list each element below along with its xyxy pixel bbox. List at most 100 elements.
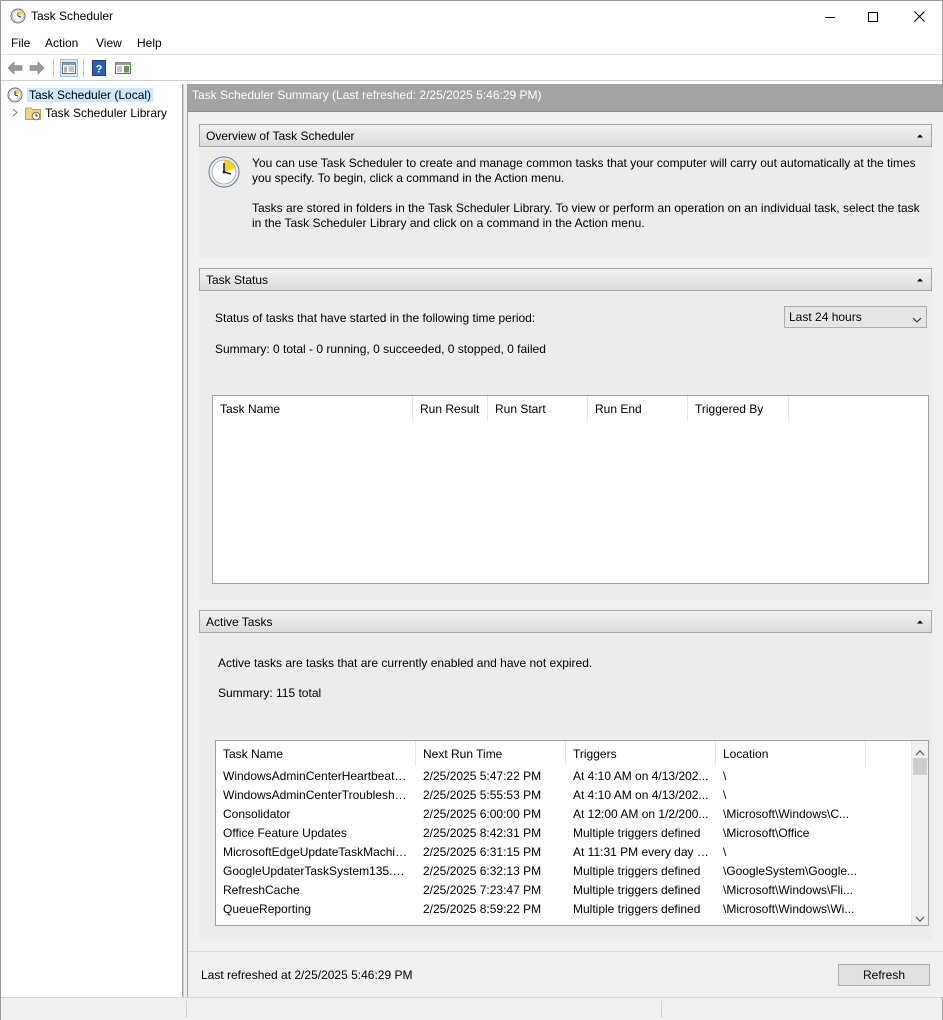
cell-triggers: Multiple triggers defined bbox=[573, 902, 701, 916]
column-header-task-name[interactable]: Task Name bbox=[216, 741, 416, 766]
tree-item-task-scheduler-library[interactable]: Task Scheduler Library bbox=[11, 104, 167, 121]
overview-section-body: You can use Task Scheduler to create and… bbox=[199, 147, 932, 258]
show-hide-action-pane-button[interactable] bbox=[114, 59, 132, 77]
table-row[interactable]: Consolidator 2/25/2025 6:00:00 PM At 12:00… bbox=[216, 805, 913, 824]
cell-location: \Microsoft\Windows\Wi... bbox=[723, 902, 855, 916]
status-divider bbox=[661, 1001, 662, 1018]
collapse-caret-icon[interactable] bbox=[915, 274, 925, 284]
cell-task-name: Consolidator bbox=[223, 807, 291, 821]
table-row[interactable]: QueueReporting 2/25/2025 8:59:22 PM Multip… bbox=[216, 900, 913, 919]
cell-next-run-time: 2/25/2025 5:47:22 PM bbox=[423, 769, 542, 783]
cell-next-run-time: 2/25/2025 6:32:13 PM bbox=[423, 864, 542, 878]
maximize-button[interactable] bbox=[850, 1, 896, 32]
cell-task-name: RefreshCache bbox=[223, 883, 300, 897]
table-row[interactable]: MicrosoftEdgeUpdateTaskMachine... 2/25/20… bbox=[216, 843, 913, 862]
cell-next-run-time: 2/25/2025 8:42:31 PM bbox=[423, 826, 542, 840]
scroll-down-icon[interactable] bbox=[915, 912, 925, 925]
summary-header: Task Scheduler Summary (Last refreshed: … bbox=[188, 84, 943, 112]
period-label: Status of tasks that have started in the… bbox=[215, 311, 536, 325]
show-hide-console-tree-button[interactable] bbox=[60, 59, 78, 77]
cell-location: \ bbox=[723, 769, 727, 783]
forward-arrow-icon bbox=[29, 61, 45, 75]
summary-pane: Task Scheduler Summary (Last refreshed: … bbox=[187, 84, 943, 997]
minimize-button[interactable] bbox=[807, 1, 853, 32]
column-header-next-run-time[interactable]: Next Run Time bbox=[416, 741, 566, 766]
column-header-task-name[interactable]: Task Name bbox=[213, 396, 413, 421]
cell-location: \ bbox=[723, 845, 727, 859]
action-pane-icon bbox=[115, 62, 131, 74]
title-bar: Task Scheduler bbox=[1, 1, 942, 32]
collapse-caret-icon[interactable] bbox=[915, 130, 925, 140]
cell-triggers: Multiple triggers defined bbox=[573, 883, 701, 897]
cell-triggers: Multiple triggers defined bbox=[573, 826, 701, 840]
cell-triggers: At 4:10 AM on 4/13/202... bbox=[573, 769, 709, 783]
cell-triggers: At 4:10 AM on 4/13/202... bbox=[573, 788, 709, 802]
toolbar-separator bbox=[83, 59, 84, 77]
menu-help[interactable]: Help bbox=[137, 36, 162, 50]
active-tasks-scrollbar[interactable] bbox=[911, 741, 928, 925]
overview-section-header[interactable]: Overview of Task Scheduler bbox=[199, 124, 932, 147]
menu-view[interactable]: View bbox=[96, 36, 122, 50]
console-tree: Task Scheduler (Local) Task Scheduler Li… bbox=[3, 84, 183, 997]
status-divider bbox=[186, 1001, 187, 1018]
clock-icon bbox=[7, 87, 23, 103]
clock-icon bbox=[10, 8, 26, 24]
back-button[interactable] bbox=[6, 59, 24, 77]
menu-action[interactable]: Action bbox=[45, 36, 78, 50]
task-scheduler-window: Task Scheduler File Action View Help ? T… bbox=[0, 0, 943, 1020]
console-tree-icon bbox=[62, 62, 76, 74]
column-header-triggers[interactable]: Triggers bbox=[566, 741, 716, 766]
cell-triggers: Multiple triggers defined bbox=[573, 864, 701, 878]
cell-location: \GoogleSystem\Google... bbox=[723, 864, 858, 878]
table-row[interactable]: RefreshCache 2/25/2025 7:23:47 PM Multiple… bbox=[216, 881, 913, 900]
tree-item-task-scheduler-local[interactable]: Task Scheduler (Local) bbox=[7, 86, 154, 103]
help-button[interactable]: ? bbox=[90, 59, 108, 77]
toolbar-separator bbox=[53, 59, 54, 77]
refresh-button[interactable]: Refresh bbox=[838, 964, 930, 986]
task-status-section-header[interactable]: Task Status bbox=[199, 268, 932, 291]
cell-task-name: WindowsAdminCenterHeartbeatC... bbox=[223, 769, 414, 783]
chevron-right-icon[interactable] bbox=[11, 106, 21, 120]
column-header-triggered-by[interactable]: Triggered By bbox=[688, 396, 789, 421]
time-period-dropdown[interactable]: Last 24 hours bbox=[784, 306, 927, 328]
cell-triggers: At 12:00 AM on 1/2/200... bbox=[573, 807, 709, 821]
scroll-up-icon[interactable] bbox=[915, 745, 925, 759]
menu-bar: File Action View Help bbox=[1, 32, 942, 54]
help-icon: ? bbox=[92, 60, 106, 76]
cell-next-run-time: 2/25/2025 5:55:53 PM bbox=[423, 788, 542, 802]
cell-task-name: GoogleUpdaterTaskSystem135.0.70... bbox=[223, 864, 416, 878]
menu-file[interactable]: File bbox=[11, 36, 30, 50]
cell-next-run-time: 2/25/2025 6:31:15 PM bbox=[423, 845, 542, 859]
forward-button[interactable] bbox=[28, 59, 46, 77]
table-row[interactable]: WindowsAdminCenterHeartbeatC... 2/25/2025… bbox=[216, 767, 913, 786]
column-header-run-end[interactable]: Run End bbox=[588, 396, 688, 421]
table-row[interactable]: WindowsAdminCenterTroublesho... 2/25/2025… bbox=[216, 786, 913, 805]
table-row[interactable]: GoogleUpdaterTaskSystem135.0.70... 2/25/2… bbox=[216, 862, 913, 881]
overview-paragraph-2: Tasks are stored in folders in the Task … bbox=[252, 201, 920, 230]
cell-triggers: At 11:31 PM every day - ... bbox=[573, 845, 715, 859]
collapse-caret-icon[interactable] bbox=[915, 616, 925, 626]
column-header-run-start[interactable]: Run Start bbox=[488, 396, 588, 421]
active-tasks-list[interactable]: Task Name Next Run Time Triggers Locatio… bbox=[215, 740, 929, 926]
time-period-value: Last 24 hours bbox=[789, 310, 862, 324]
table-row[interactable]: Office Feature Updates 2/25/2025 8:42:31 … bbox=[216, 824, 913, 843]
scroll-thumb[interactable] bbox=[913, 758, 927, 775]
task-status-list[interactable]: Task Name Run Result Run Start Run End T… bbox=[212, 395, 929, 584]
active-tasks-title: Active Tasks bbox=[206, 615, 273, 629]
active-tasks-summary: Summary: 115 total bbox=[218, 686, 322, 700]
overview-paragraph-1: You can use Task Scheduler to create and… bbox=[252, 156, 916, 185]
task-scheduler-clock-icon bbox=[208, 156, 240, 188]
task-status-section-body: Status of tasks that have started in the… bbox=[199, 291, 932, 600]
task-status-title: Task Status bbox=[206, 273, 269, 287]
cell-task-name: MicrosoftEdgeUpdateTaskMachine... bbox=[223, 845, 416, 859]
column-header-run-result[interactable]: Run Result bbox=[413, 396, 488, 421]
active-tasks-section-body: Active tasks are tasks that are currentl… bbox=[199, 633, 932, 941]
summary-footer: Last refreshed at 2/25/2025 5:46:29 PM R… bbox=[188, 951, 943, 997]
active-tasks-section-header[interactable]: Active Tasks bbox=[199, 610, 932, 633]
close-button[interactable] bbox=[896, 1, 942, 32]
cell-location: \Microsoft\Office bbox=[723, 826, 810, 840]
cell-location: \ bbox=[723, 788, 727, 802]
cell-task-name: WindowsAdminCenterTroublesho... bbox=[223, 788, 412, 802]
column-header-location[interactable]: Location bbox=[716, 741, 866, 766]
active-tasks-description: Active tasks are tasks that are currentl… bbox=[218, 656, 593, 670]
